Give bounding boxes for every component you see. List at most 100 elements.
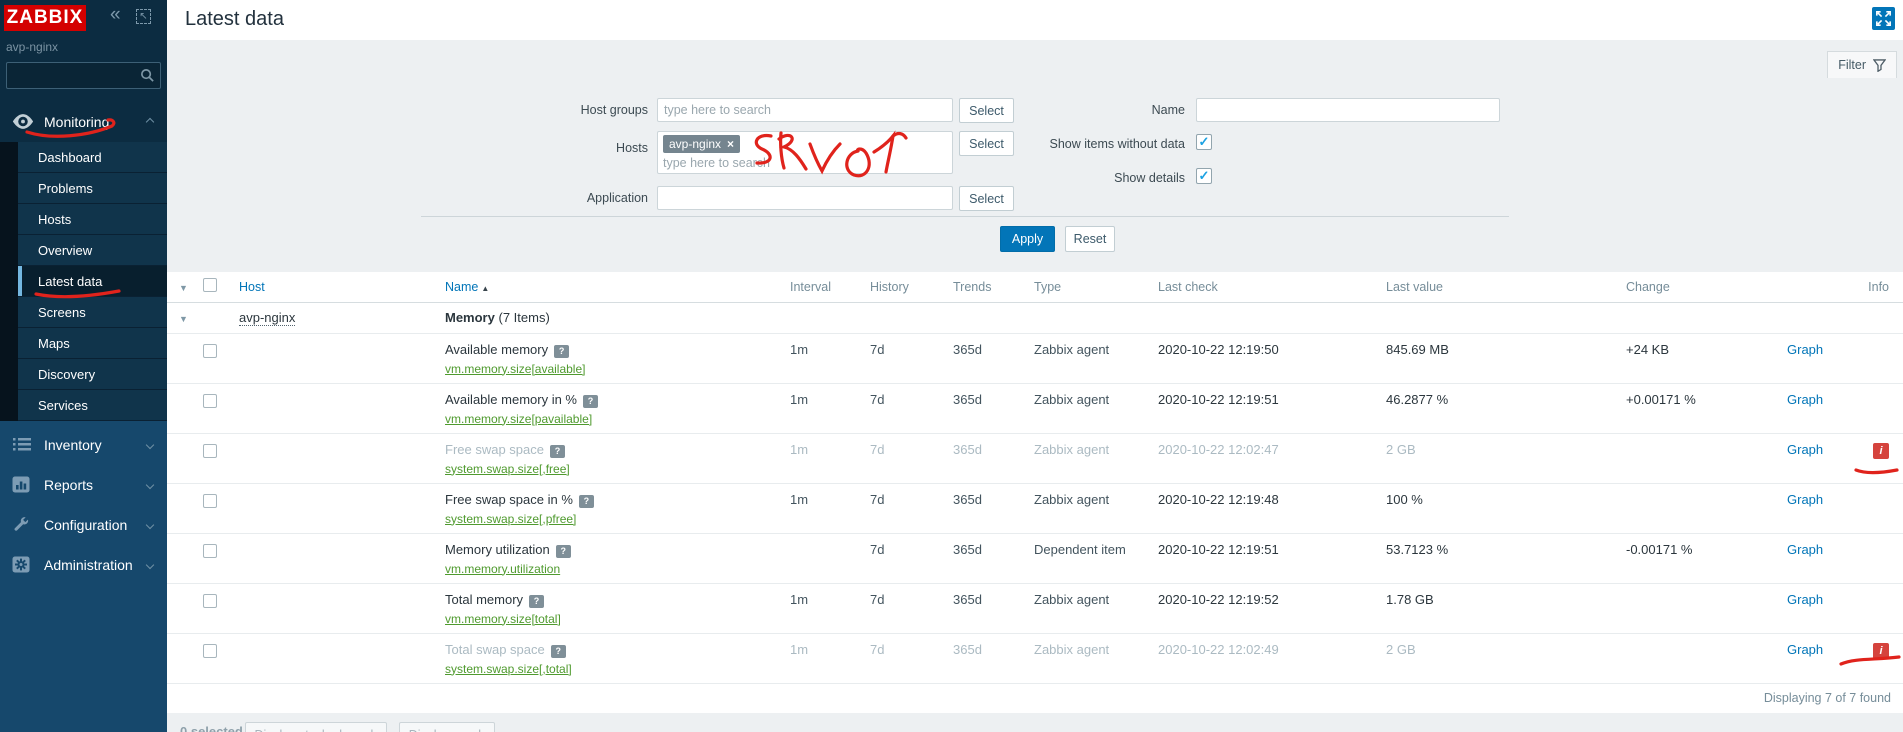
last-value-cell: 46.2877 % [1378, 383, 1618, 434]
item-key-link[interactable]: vm.memory.utilization [445, 562, 560, 576]
name-input[interactable] [1196, 98, 1500, 122]
sidebar-section-configuration[interactable]: Configuration [0, 505, 167, 545]
sidebar-item-overview[interactable]: Overview [18, 235, 167, 266]
sidebar-section-label: Inventory [44, 437, 102, 453]
name-column-header[interactable]: Name ▲ [437, 272, 782, 303]
group-name-cell: Memory (7 Items) [437, 302, 782, 334]
info-cell [1849, 333, 1903, 384]
show-items-checkbox[interactable] [1196, 134, 1212, 150]
graph-link[interactable]: Graph [1787, 592, 1823, 607]
sidebar-item-services[interactable]: Services [18, 390, 167, 421]
help-icon[interactable]: ? [578, 494, 594, 508]
sidebar-search[interactable] [6, 62, 161, 89]
application-input[interactable] [657, 186, 953, 210]
row-checkbox[interactable] [203, 443, 217, 458]
help-icon[interactable]: ? [555, 544, 571, 558]
sidebar-section-inventory[interactable]: Inventory [0, 425, 167, 465]
display-graph-button[interactable]: Display graph [399, 722, 495, 732]
graph-link[interactable]: Graph [1787, 442, 1823, 457]
row-checkbox[interactable] [203, 393, 217, 408]
collapse-sidebar-icon[interactable]: « [110, 4, 121, 26]
graph-link[interactable]: Graph [1787, 342, 1823, 357]
sidebar-section-administration[interactable]: Administration [0, 545, 167, 585]
change-cell [1618, 433, 1779, 484]
sidebar-section-label: Reports [44, 477, 94, 493]
search-input[interactable] [11, 64, 137, 87]
item-name-line: Free swap space in %? [445, 492, 782, 508]
graph-link[interactable]: Graph [1787, 492, 1823, 507]
sidebar-item-screens[interactable]: Screens [18, 297, 167, 328]
item-name-line: Memory utilization? [445, 542, 782, 558]
sidebar-section-reports[interactable]: Reports [0, 465, 167, 505]
collapse-group-icon[interactable]: ▼ [179, 314, 188, 324]
last-check-column-header: Last check [1150, 272, 1378, 303]
sidebar-section-label: Configuration [44, 517, 128, 533]
item-key-link[interactable]: system.swap.size[,total] [445, 662, 572, 676]
sidebar-item-latest-data[interactable]: Latest data [18, 266, 167, 297]
error-info-icon[interactable]: i [1873, 642, 1889, 659]
sidebar-item-problems[interactable]: Problems [18, 173, 167, 204]
host-cell [231, 483, 437, 534]
row-checkbox[interactable] [203, 343, 217, 358]
row-checkbox[interactable] [203, 593, 217, 608]
info-cell [1849, 533, 1903, 584]
select-all-checkbox[interactable] [203, 278, 217, 293]
type-cell: Zabbix agent [1026, 433, 1150, 484]
chip-remove-icon[interactable]: × [727, 137, 734, 151]
error-info-icon[interactable]: i [1873, 442, 1889, 459]
logo-row: ZABBIX « ↖ [0, 0, 167, 36]
item-key-link[interactable]: vm.memory.size[total] [445, 612, 561, 626]
apply-button[interactable]: Apply [1000, 226, 1055, 252]
collapse-all-icon[interactable]: ▼ [179, 283, 188, 293]
latest-data-table: ▼ Host Name ▲ Interval History Trends Typ… [167, 272, 1903, 713]
last-value-cell: 2 GB [1378, 433, 1618, 484]
item-key-link[interactable]: system.swap.size[,free] [445, 462, 570, 476]
zabbix-logo[interactable]: ZABBIX [4, 5, 86, 31]
item-key-link[interactable]: vm.memory.size[pavailable] [445, 412, 592, 426]
help-icon[interactable]: ? [550, 444, 565, 458]
graph-column-header [1779, 272, 1849, 303]
graph-cell: Graph [1779, 383, 1849, 434]
item-name-line: Total memory? [445, 592, 782, 608]
item-name: Free swap space in % [445, 491, 573, 507]
row-checkbox[interactable] [203, 543, 217, 558]
show-details-checkbox[interactable] [1196, 168, 1212, 184]
group-count: (7 Items) [498, 310, 550, 325]
chevron-up-icon [145, 117, 155, 127]
row-checkbox[interactable] [203, 643, 217, 658]
graph-link[interactable]: Graph [1787, 392, 1823, 407]
filter-tab[interactable]: Filter [1827, 51, 1897, 78]
sidebar-item-dashboard[interactable]: Dashboard [18, 142, 167, 173]
reset-button[interactable]: Reset [1065, 226, 1115, 252]
hide-sidebar-icon[interactable]: ↖ [136, 9, 151, 24]
sidebar-item-discovery[interactable]: Discovery [18, 359, 167, 390]
help-icon[interactable]: ? [529, 594, 545, 608]
sidebar-item-hosts[interactable]: Hosts [18, 204, 167, 235]
sort-asc-icon: ▲ [481, 283, 490, 293]
help-icon[interactable]: ? [550, 644, 566, 658]
display-stacked-graph-button[interactable]: Display stacked graph [245, 722, 387, 732]
host-column-header[interactable]: Host [231, 272, 437, 303]
item-name-cell: Free swap space? system.swap.size[,free] [437, 433, 782, 484]
help-icon[interactable]: ? [582, 394, 598, 408]
item-name: Free swap space [445, 441, 544, 457]
hosts-multiselect[interactable]: avp-nginx × type here to search [657, 131, 953, 174]
fullscreen-button[interactable] [1872, 7, 1895, 30]
checkbox-cell [195, 383, 231, 434]
graph-link[interactable]: Graph [1787, 542, 1823, 557]
host-chip: avp-nginx × [663, 135, 741, 153]
host-link[interactable]: avp-nginx [239, 310, 296, 326]
sidebar-section-monitoring[interactable]: Monitoring [0, 106, 167, 138]
host-groups-input[interactable] [657, 98, 953, 122]
change-cell [1618, 633, 1779, 684]
item-key-link[interactable]: system.swap.size[,pfree] [445, 512, 576, 526]
graph-cell: Graph [1779, 533, 1849, 584]
help-icon[interactable]: ? [554, 344, 570, 358]
graph-link[interactable]: Graph [1787, 642, 1823, 657]
row-checkbox[interactable] [203, 493, 217, 508]
item-key-link[interactable]: vm.memory.size[available] [445, 362, 585, 376]
application-select-button[interactable]: Select [959, 186, 1014, 211]
item-name-line: Available memory? [445, 342, 782, 358]
sidebar-item-maps[interactable]: Maps [18, 328, 167, 359]
history-cell: 7d [862, 583, 945, 634]
